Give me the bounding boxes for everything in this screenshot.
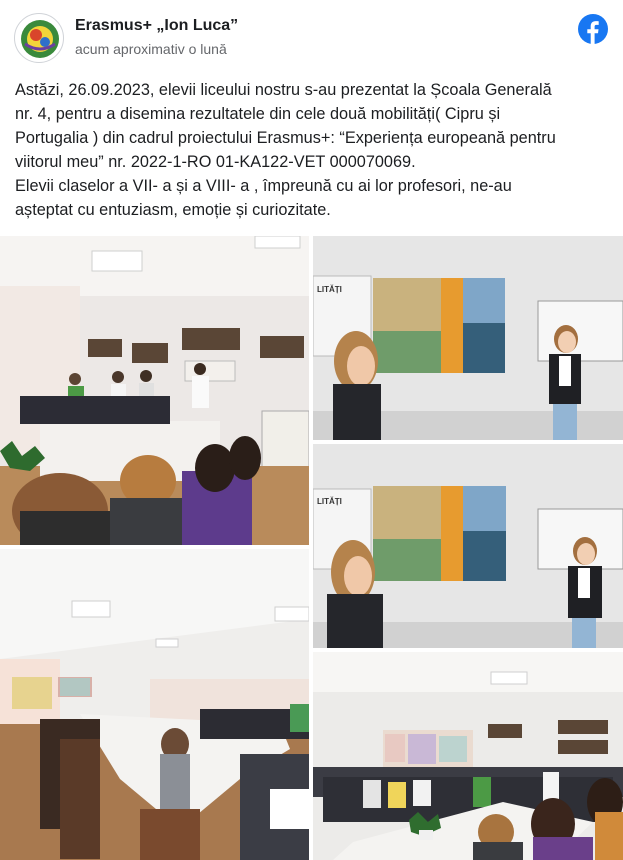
board-text: LITĂȚI xyxy=(317,285,342,294)
post-text-line: Astăzi, 26.09.2023, elevii liceului nost… xyxy=(15,81,552,99)
post-text-line: Elevii claselor a VII- a și a VIII- a , … xyxy=(15,177,512,195)
post-text-line: așteptat cu entuziasm, emoție și curiozi… xyxy=(15,201,331,219)
post-photo-presentation-1[interactable]: LITĂȚI xyxy=(313,236,623,440)
facebook-logo-icon[interactable] xyxy=(578,14,608,44)
post-timestamp[interactable]: acum aproximativ o lună xyxy=(75,41,227,57)
post-header: Erasmus+ „Ion Luca” acum aproximativ o l… xyxy=(0,0,623,64)
post-photo-presentation-2[interactable]: LITĂȚI xyxy=(313,444,623,648)
post-message: Astăzi, 26.09.2023, elevii liceului nost… xyxy=(15,78,613,222)
post-photo-classroom-students[interactable] xyxy=(0,236,309,545)
board-text: LITĂȚI xyxy=(317,497,342,506)
post-photo-classroom-wide[interactable] xyxy=(0,549,309,860)
post-text-line: viitorul meu” nr. 2022-1-RO 01-KA122-VET… xyxy=(15,153,416,171)
page-avatar[interactable] xyxy=(14,13,64,63)
post-text-line: Portugalia ) din cadrul proiectului Eras… xyxy=(15,129,556,147)
post-text-line: nr. 4, pentru a disemina rezultatele din… xyxy=(15,105,501,123)
page-name-link[interactable]: Erasmus+ „Ion Luca” xyxy=(75,17,238,35)
post-photo-students-back[interactable] xyxy=(313,652,623,860)
